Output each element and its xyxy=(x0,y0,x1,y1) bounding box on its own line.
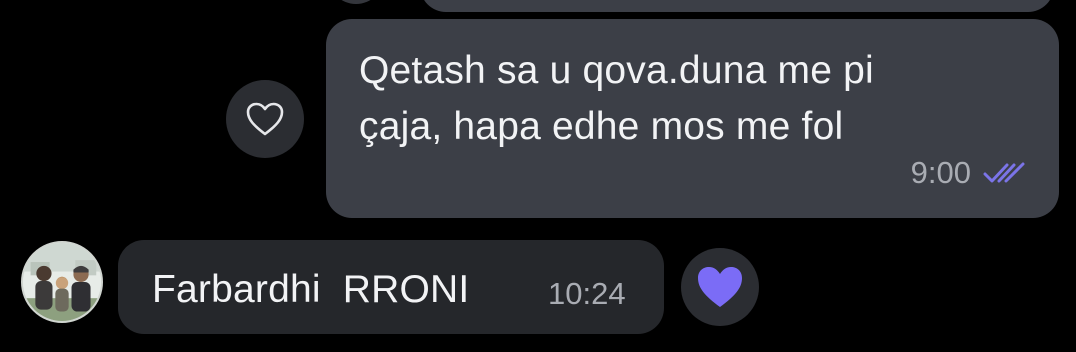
reaction-heart-button[interactable] xyxy=(681,248,759,326)
incoming-message-bubble[interactable]: Farbardhi RRONI 10:24 xyxy=(118,240,664,334)
outgoing-message-time: 9:00 xyxy=(910,155,971,190)
avatar-photo xyxy=(23,243,101,321)
outgoing-message-text: Qetash sa u qova.duna me pi çaja, hapa e… xyxy=(359,49,874,148)
previous-message-bubble[interactable] xyxy=(420,0,1054,12)
heart-outline-icon xyxy=(246,102,284,136)
react-heart-button[interactable] xyxy=(226,80,304,158)
previous-reaction-button[interactable] xyxy=(328,0,384,4)
sender-avatar[interactable] xyxy=(21,241,103,323)
outgoing-message-meta: 9:00 xyxy=(911,155,1027,191)
incoming-message-time: 10:24 xyxy=(548,276,626,311)
heart-filled-icon xyxy=(698,267,742,307)
outgoing-message-bubble[interactable]: Qetash sa u qova.duna me pi çaja, hapa e… xyxy=(326,19,1059,218)
double-check-read-icon xyxy=(983,162,1025,183)
incoming-message-text: Farbardhi RRONI xyxy=(152,268,470,311)
